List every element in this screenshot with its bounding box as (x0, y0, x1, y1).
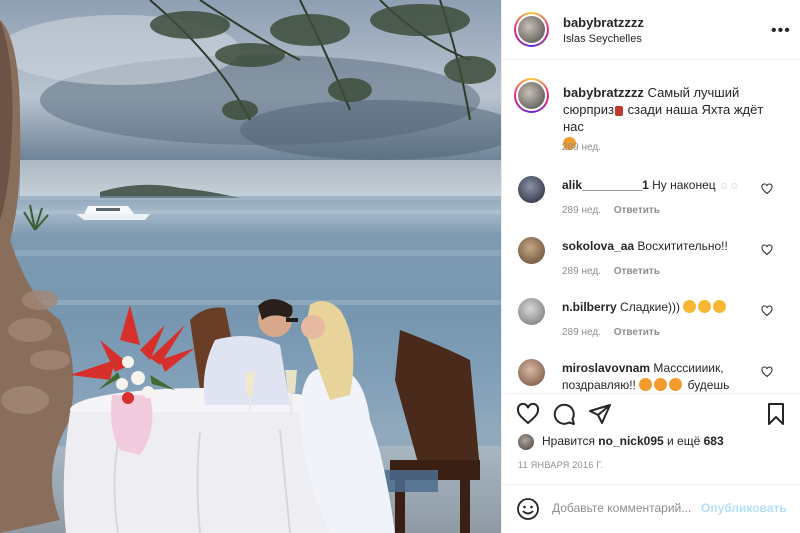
add-comment-row: Добавьте комментарий... Опубликовать (502, 484, 800, 533)
fox-emoji-icon (654, 378, 668, 391)
comment-meta: 289 нед. Ответить (562, 327, 660, 338)
post-header: babybratzzzz Islas Seychelles ••• (502, 0, 800, 60)
comment-text: Ну наконец (652, 178, 716, 192)
comment-meta: 289 нед. Ответить (562, 266, 660, 277)
comment-icon[interactable] (552, 402, 576, 426)
comment-time[interactable]: 289 нед. (562, 327, 601, 338)
reply-button[interactable]: Ответить (614, 327, 660, 338)
caption-time[interactable]: 289 нед. (562, 142, 601, 153)
red-heart-emoji-icon (614, 106, 623, 116)
heart-icon[interactable] (516, 402, 540, 426)
comment-username[interactable]: n.bilberry (562, 300, 617, 314)
comment-emoji-icon: ☺☺ (719, 181, 740, 192)
divider (502, 393, 800, 394)
avatar[interactable] (514, 12, 549, 47)
comment-like-heart-icon[interactable] (761, 244, 773, 256)
commenter-avatar[interactable] (518, 237, 545, 264)
share-icon[interactable] (588, 402, 612, 426)
likes-summary: Нравится no_nick095 и ещё 683 (542, 434, 724, 448)
commenter-avatar[interactable] (518, 359, 545, 386)
comment-username[interactable]: sokolova_aa (562, 239, 634, 253)
comment-time[interactable]: 289 нед. (562, 205, 601, 216)
likes-middle: и ещё (667, 434, 701, 448)
comment: n.bilberry Сладкие))) (562, 299, 762, 316)
likes-prefix: Нравится (542, 434, 595, 448)
post-photo-illustration (0, 0, 501, 533)
reply-button[interactable]: Ответить (614, 266, 660, 277)
heart-eyes-emoji-icon (683, 300, 697, 313)
publish-button[interactable]: Опубликовать (701, 501, 787, 515)
likes-user[interactable]: no_nick095 (598, 434, 663, 448)
comment: sokolova_aa Восхитительно!! (562, 238, 762, 255)
header-username[interactable]: babybratzzzz (563, 15, 644, 30)
comment-meta: 289 нед. Ответить (562, 205, 660, 216)
comment-input[interactable]: Добавьте комментарий... (552, 501, 691, 515)
comment-text: Сладкие))) (620, 300, 680, 314)
liker-avatar[interactable] (518, 434, 534, 450)
comment-like-heart-icon[interactable] (761, 305, 773, 317)
fox-emoji-icon (639, 378, 653, 391)
bookmark-icon[interactable] (764, 402, 788, 426)
header-location[interactable]: Islas Seychelles (563, 33, 642, 45)
post-photo[interactable] (0, 0, 501, 533)
emoji-icon[interactable] (516, 497, 540, 521)
caption-username[interactable]: babybratzzzz (563, 85, 644, 100)
post-date[interactable]: 11 ЯНВАРЯ 2016 Г. (518, 460, 603, 470)
heart-eyes-emoji-icon (698, 300, 712, 313)
comment: alik_________1 Ну наконец ☺☺ (562, 177, 762, 195)
likes-count[interactable]: 683 (704, 434, 724, 448)
comment-username[interactable]: alik_________1 (562, 178, 649, 192)
comment-like-heart-icon[interactable] (761, 183, 773, 195)
caption-meta: 289 нед. (562, 142, 601, 153)
fox-emoji-icon (669, 378, 683, 391)
comment-username[interactable]: miroslavovnam (562, 361, 650, 375)
caption-avatar[interactable] (514, 78, 549, 113)
post-side-panel: babybratzzzz Islas Seychelles ••• babybr… (501, 0, 800, 533)
instagram-post: babybratzzzz Islas Seychelles ••• babybr… (0, 0, 800, 533)
commenter-avatar[interactable] (518, 176, 545, 203)
comment-time[interactable]: 289 нед. (562, 266, 601, 277)
more-options-icon[interactable]: ••• (771, 22, 791, 40)
comment: miroslavovnam Масссиииик, поздравляю!! б… (562, 360, 762, 394)
reply-button[interactable]: Ответить (614, 205, 660, 216)
comment-text: Восхитительно!! (637, 239, 728, 253)
comment-text-after: будешь (687, 378, 730, 392)
commenter-avatar[interactable] (518, 298, 545, 325)
comment-like-heart-icon[interactable] (761, 366, 773, 378)
heart-eyes-emoji-icon (713, 300, 727, 313)
